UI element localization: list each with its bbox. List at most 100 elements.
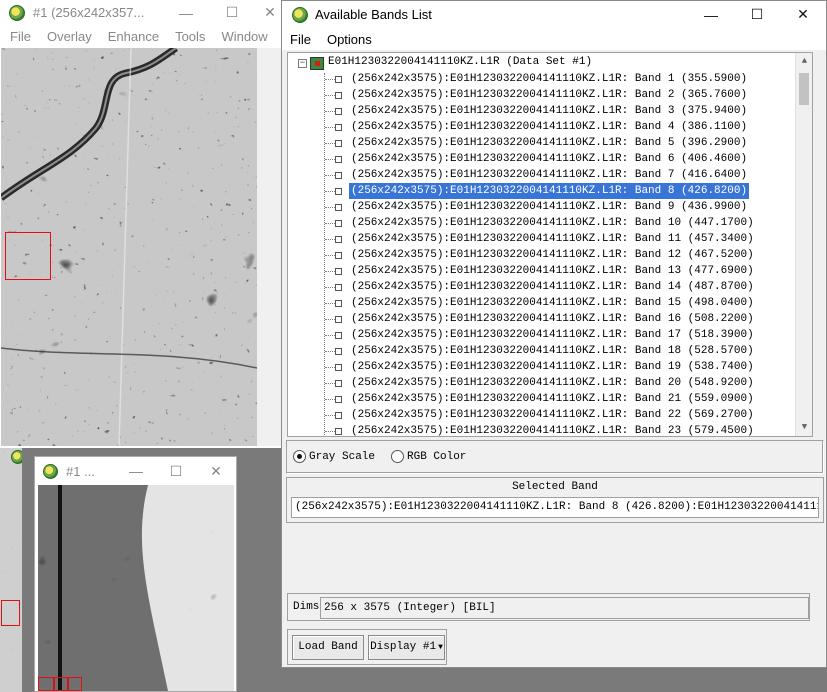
band-leaf-icon — [335, 76, 342, 83]
tree-branch-line — [325, 415, 335, 416]
band-leaf-icon — [335, 316, 342, 323]
dialog-titlebar[interactable]: Available Bands List — ☐ ✕ — [282, 1, 826, 28]
band-item[interactable]: (256x242x3575):E01H1230322004141110KZ.L1… — [349, 87, 749, 103]
tree-branch-line — [325, 351, 335, 352]
dialog-minimize-icon[interactable]: — — [688, 1, 734, 28]
zoom-minimize-icon[interactable]: — — [116, 457, 156, 485]
band-leaf-icon — [335, 268, 342, 275]
band-leaf-icon — [335, 300, 342, 307]
gray-scale-radio-dot[interactable] — [293, 450, 306, 463]
tree-branch-line — [325, 159, 335, 160]
band-item[interactable]: (256x242x3575):E01H1230322004141110KZ.L1… — [349, 391, 756, 407]
image-window-titlebar[interactable]: #1 (256x242x357... — ☐ ✕ — [0, 0, 285, 25]
band-item[interactable]: (256x242x3575):E01H1230322004141110KZ.L1… — [347, 182, 751, 200]
tree-branch-line — [325, 367, 335, 368]
band-item[interactable]: (256x242x3575):E01H1230322004141110KZ.L1… — [349, 423, 756, 436]
dialog-menubar: File Options — [282, 28, 826, 50]
envi-app-icon-small — [11, 450, 22, 464]
band-item[interactable]: (256x242x3575):E01H1230322004141110KZ.L1… — [349, 231, 756, 247]
menu-file[interactable]: File — [0, 29, 39, 44]
tree-branch-line — [325, 207, 335, 208]
band-leaf-icon — [335, 220, 342, 227]
band-item[interactable]: (256x242x3575):E01H1230322004141110KZ.L1… — [349, 71, 749, 87]
tree-branch-line — [325, 271, 335, 272]
menu-tools[interactable]: Tools — [167, 29, 213, 44]
roi-box[interactable] — [5, 232, 51, 280]
menu-enhance[interactable]: Enhance — [100, 29, 167, 44]
band-item[interactable]: (256x242x3575):E01H1230322004141110KZ.L1… — [349, 151, 749, 167]
scroll-window-partial — [0, 448, 22, 692]
tree-branch-line — [325, 175, 335, 176]
band-leaf-icon — [335, 124, 342, 131]
load-band-button[interactable]: Load Band — [292, 635, 364, 660]
rgb-color-label: RGB Color — [407, 450, 467, 463]
band-item[interactable]: (256x242x3575):E01H1230322004141110KZ.L1… — [349, 103, 749, 119]
band-leaf-icon — [335, 396, 342, 403]
band-item[interactable]: (256x242x3575):E01H1230322004141110KZ.L1… — [349, 215, 756, 231]
band-item[interactable]: (256x242x3575):E01H1230322004141110KZ.L1… — [349, 311, 756, 327]
dialog-menu-file[interactable]: File — [282, 32, 319, 47]
tree-branch-line — [325, 79, 335, 80]
maximize-icon[interactable]: ☐ — [209, 0, 255, 25]
scroll-down-icon[interactable]: ▼ — [796, 419, 812, 436]
selected-band-header: Selected Band — [512, 481, 598, 493]
zoom-roi-box-2 — [54, 677, 68, 691]
gray-scale-radio[interactable]: Gray Scale — [293, 450, 375, 463]
menu-overlay[interactable]: Overlay — [39, 29, 100, 44]
rgb-color-radio-dot[interactable] — [391, 450, 404, 463]
envi-app-icon-dialog — [292, 6, 308, 23]
scroll-thumb[interactable] — [799, 73, 809, 105]
dataset-root-label[interactable]: E01H1230322004141110KZ.L1R (Data Set #1) — [328, 56, 592, 68]
band-leaf-icon — [335, 108, 342, 115]
band-item[interactable]: (256x242x3575):E01H1230322004141110KZ.L1… — [349, 359, 756, 375]
tree-branch-line — [325, 303, 335, 304]
dialog-close-icon[interactable]: ✕ — [780, 1, 826, 28]
display-dropdown-label: Display #1 — [370, 641, 437, 653]
menu-window[interactable]: Window — [213, 29, 275, 44]
minimize-icon[interactable]: — — [163, 0, 209, 25]
band-item[interactable]: (256x242x3575):E01H1230322004141110KZ.L1… — [349, 119, 749, 135]
envi-app-icon — [9, 4, 25, 21]
band-item[interactable]: (256x242x3575):E01H1230322004141110KZ.L1… — [349, 247, 756, 263]
tree-branch-line — [325, 319, 335, 320]
dialog-maximize-icon[interactable]: ☐ — [734, 1, 780, 28]
band-item[interactable]: (256x242x3575):E01H1230322004141110KZ.L1… — [349, 327, 756, 343]
tree-branch-line — [325, 95, 335, 96]
zoom-close-icon[interactable]: ✕ — [196, 457, 236, 485]
zoomed-image — [38, 485, 234, 691]
band-item[interactable]: (256x242x3575):E01H1230322004141110KZ.L1… — [349, 279, 756, 295]
tree-branch-line — [325, 287, 335, 288]
zoom-window-title: #1 ... — [66, 463, 95, 479]
band-item[interactable]: (256x242x3575):E01H1230322004141110KZ.L1… — [349, 407, 756, 423]
band-item[interactable]: (256x242x3575):E01H1230322004141110KZ.L1… — [349, 343, 756, 359]
dialog-menu-options[interactable]: Options — [319, 32, 380, 47]
zoom-window: #1 ... — ☐ ✕ — [34, 456, 237, 692]
display-dropdown-button[interactable]: Display #1 ▼ — [368, 635, 445, 660]
zoom-roi-box-1 — [38, 677, 54, 691]
tree-vertical-scrollbar[interactable]: ▲ ▼ — [795, 53, 812, 436]
band-item[interactable]: (256x242x3575):E01H1230322004141110KZ.L1… — [349, 295, 756, 311]
band-leaf-icon — [335, 236, 342, 243]
band-leaf-icon — [335, 252, 342, 259]
band-item[interactable]: (256x242x3575):E01H1230322004141110KZ.L1… — [349, 199, 749, 215]
scroll-roi-box[interactable] — [1, 600, 20, 626]
tree-branch-line — [325, 223, 335, 224]
rgb-color-radio[interactable]: RGB Color — [391, 450, 466, 463]
band-item[interactable]: (256x242x3575):E01H1230322004141110KZ.L1… — [349, 263, 756, 279]
band-leaf-icon — [335, 348, 342, 355]
band-item[interactable]: (256x242x3575):E01H1230322004141110KZ.L1… — [349, 135, 749, 151]
dims-field: 256 x 3575 (Integer) [BIL] — [320, 597, 809, 619]
tree-branch-line — [325, 191, 335, 192]
zoom-window-titlebar[interactable]: #1 ... — ☐ ✕ — [35, 457, 236, 485]
scroll-up-icon[interactable]: ▲ — [796, 53, 812, 70]
band-item[interactable]: (256x242x3575):E01H1230322004141110KZ.L1… — [349, 375, 756, 391]
band-leaf-icon — [335, 380, 342, 387]
band-tree[interactable]: − E01H1230322004141110KZ.L1R (Data Set #… — [287, 52, 813, 437]
zoom-maximize-icon[interactable]: ☐ — [156, 457, 196, 485]
image-canvas[interactable] — [1, 48, 257, 446]
band-leaf-icon — [335, 188, 342, 195]
tree-collapse-icon[interactable]: − — [298, 59, 307, 68]
tree-branch-line — [325, 127, 335, 128]
band-item[interactable]: (256x242x3575):E01H1230322004141110KZ.L1… — [349, 167, 749, 183]
zoom-canvas[interactable] — [38, 485, 234, 691]
